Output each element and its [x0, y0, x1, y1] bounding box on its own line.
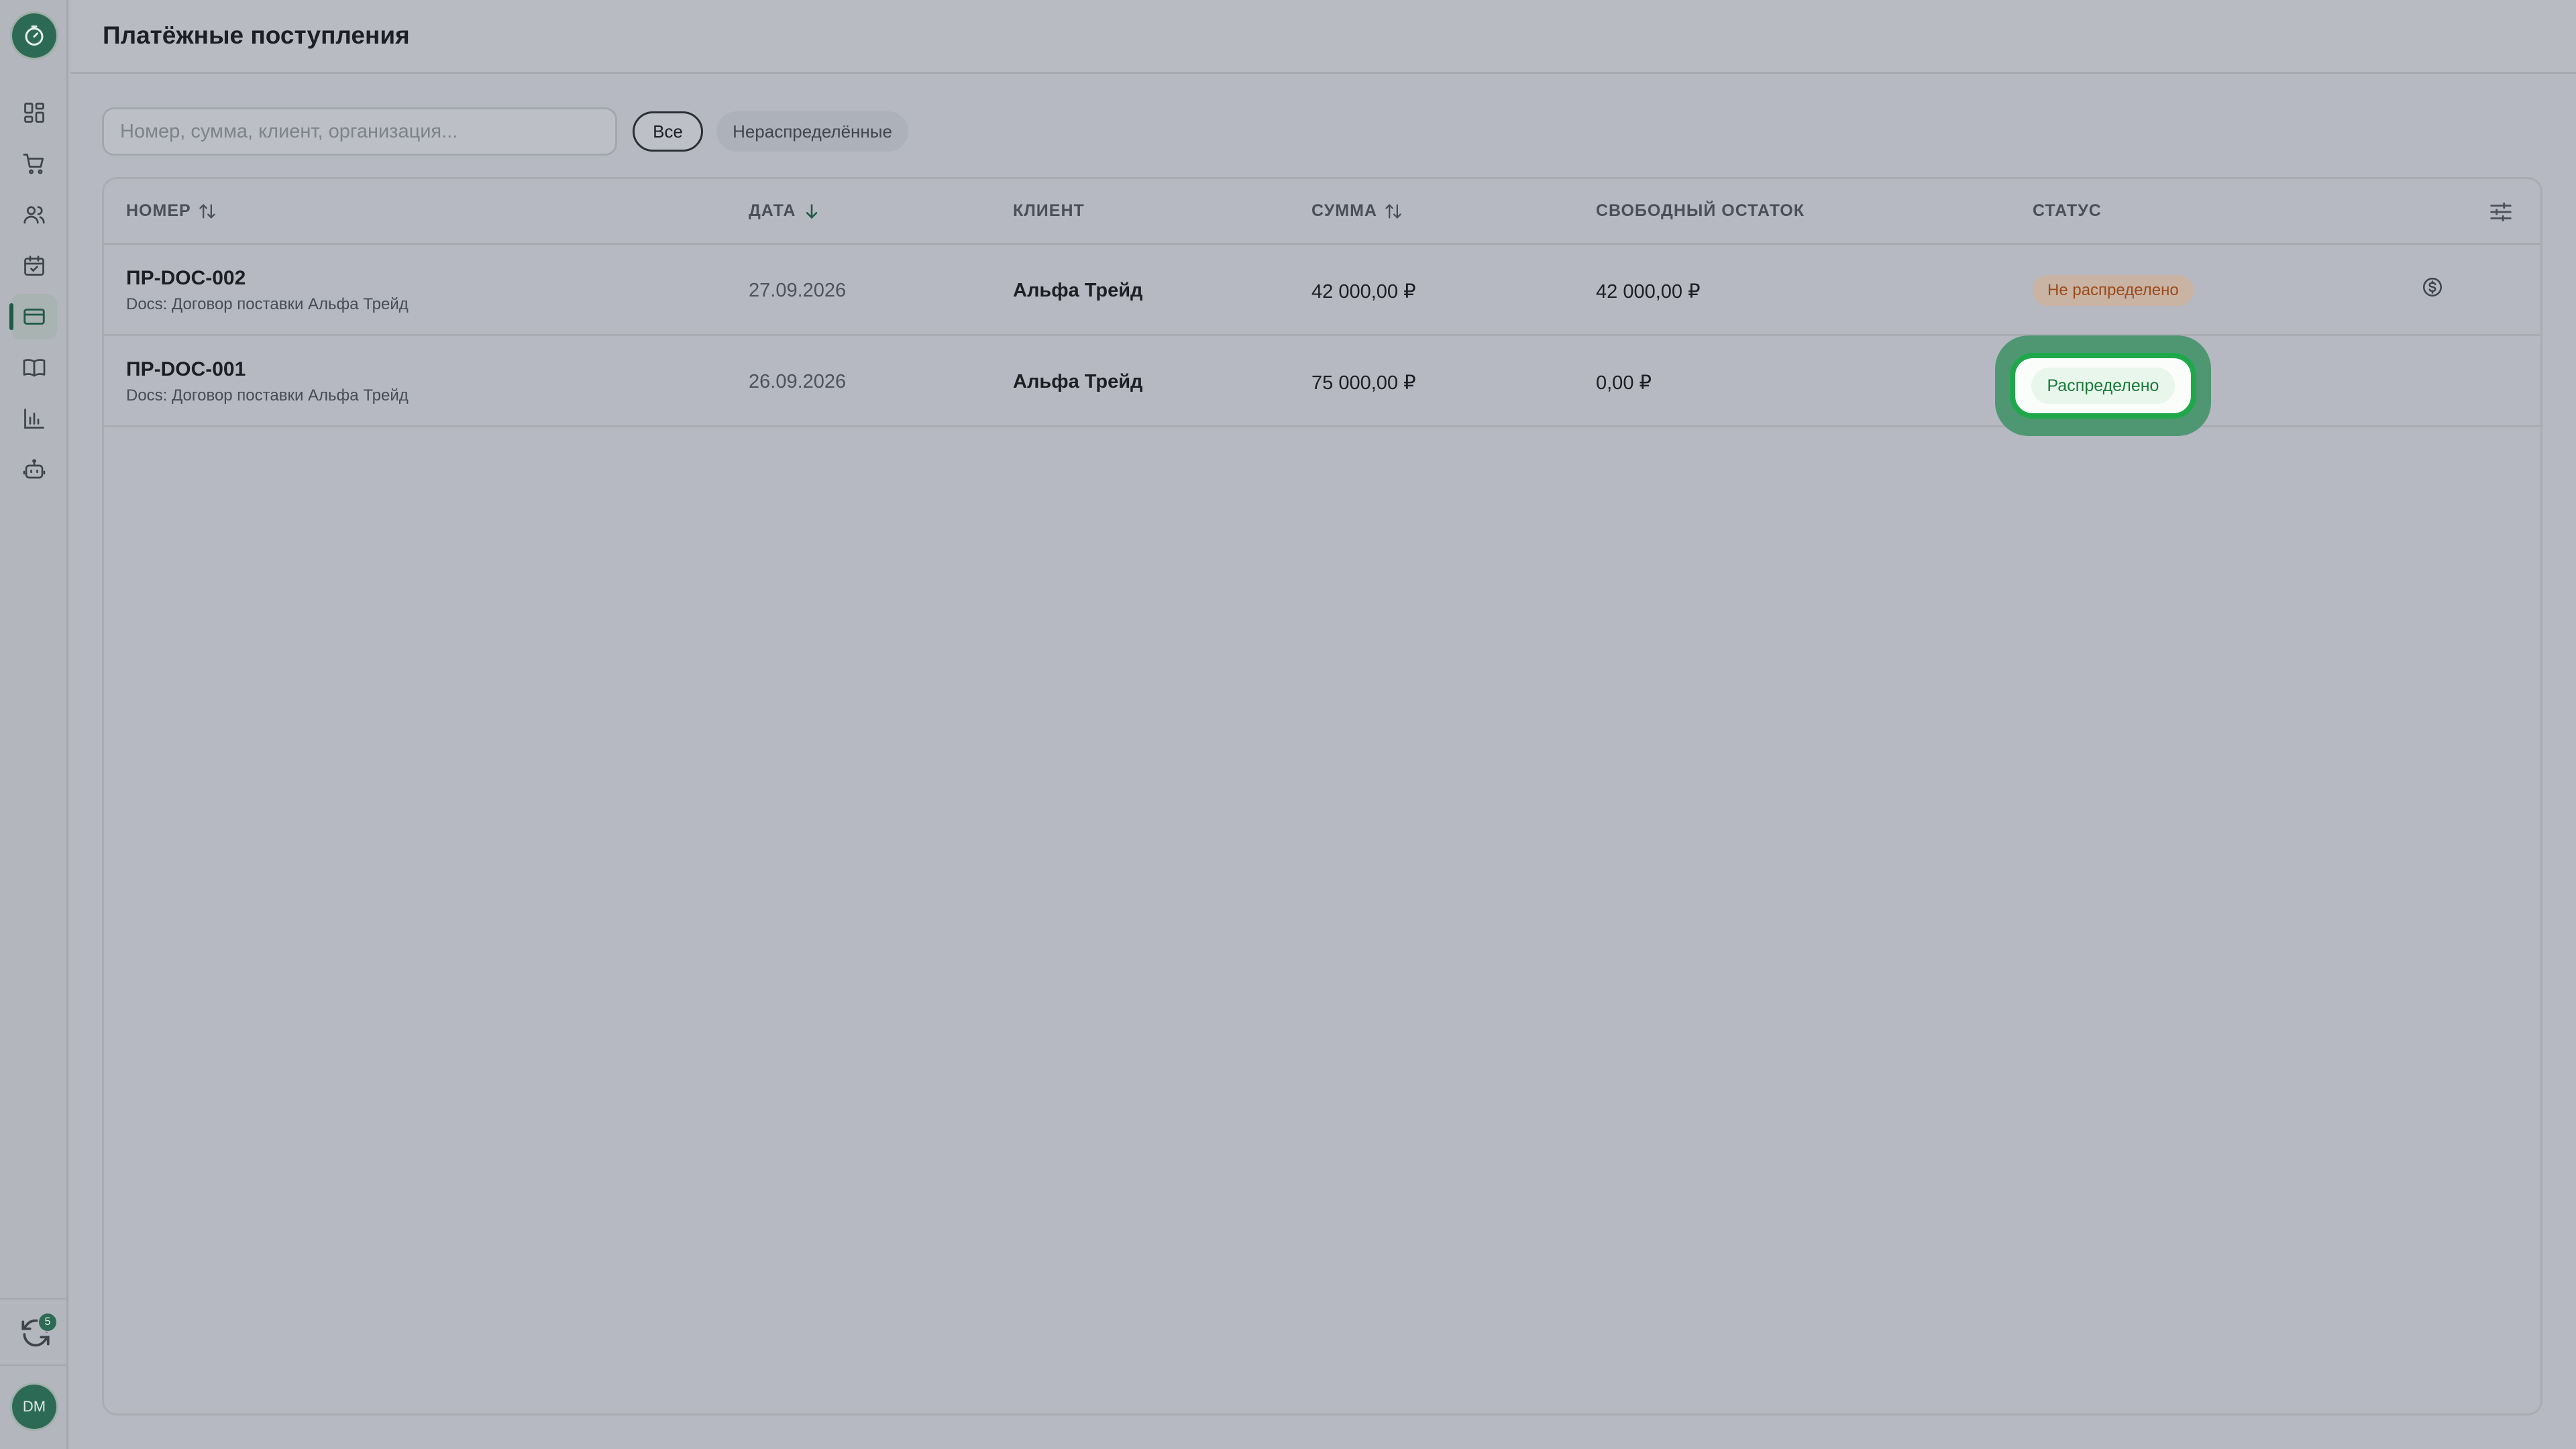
sidebar-item-calendar[interactable]	[11, 243, 57, 288]
sidebar-item-reports[interactable]	[11, 396, 57, 441]
column-header-amount[interactable]: СУММА	[1311, 201, 1403, 221]
page-title: Платёжные поступления	[103, 21, 410, 49]
book-icon	[23, 359, 46, 377]
credit-card-icon	[23, 309, 45, 325]
calendar-check-icon	[24, 256, 44, 276]
allocate-coin-icon[interactable]	[2421, 276, 2444, 299]
arrow-down-icon	[806, 203, 818, 219]
payment-client[interactable]: Альфа Трейд	[1013, 371, 1142, 393]
column-header-status[interactable]: СТАТУС	[2033, 201, 2102, 221]
payment-subtitle: Docs: Договор поставки Альфа Трейд	[126, 295, 409, 313]
avatar[interactable]: DM	[12, 1385, 56, 1429]
users-icon	[23, 206, 45, 224]
cart-icon	[23, 154, 44, 174]
payment-date: 26.09.2026	[749, 371, 847, 392]
sync-count-badge: 5	[38, 1312, 58, 1332]
payment-date: 27.09.2026	[749, 280, 847, 301]
sidebar-item-orders[interactable]	[11, 141, 57, 186]
table-row[interactable]: ПР-DOC-002 Docs: Договор поставки Альфа …	[104, 245, 2540, 336]
status-highlight[interactable]: Распределено	[2010, 353, 2196, 419]
column-header-free-balance[interactable]: СВОБОДНЫЙ ОСТАТОК	[1596, 201, 1805, 221]
sidebar: 5 DM	[0, 0, 68, 1449]
column-status-label: СТАТУС	[2033, 201, 2102, 220]
status-badge: Не распределено	[2033, 275, 2194, 306]
column-client-label: КЛИЕНТ	[1013, 201, 1085, 220]
payment-subtitle: Docs: Договор поставки Альфа Трейд	[126, 386, 409, 405]
column-amount-label: СУММА	[1311, 201, 1377, 220]
column-settings-icon[interactable]	[2488, 199, 2514, 225]
payment-free-balance: 42 000,00 ₽	[1596, 281, 1701, 303]
sidebar-item-knowledge[interactable]	[11, 345, 57, 390]
column-number-label: НОМЕР	[126, 201, 191, 220]
filter-unallocated-chip[interactable]: Нераспределённые	[716, 111, 908, 152]
sidebar-divider	[0, 1364, 68, 1366]
sidebar-item-dashboard[interactable]	[11, 90, 57, 136]
dashboard-icon	[24, 103, 44, 123]
robot-icon	[23, 459, 46, 479]
search-input[interactable]	[102, 107, 617, 156]
table-header: НОМЕР ДАТА КЛИЕНТ СУММА СВОБОДНЫЙ ОСТАТО…	[104, 179, 2540, 245]
column-header-client[interactable]: КЛИЕНТ	[1013, 201, 1085, 221]
payment-number-cell: ПР-DOC-002 Docs: Договор поставки Альфа …	[126, 267, 409, 314]
payment-number: ПР-DOC-001	[126, 358, 246, 380]
sidebar-item-clients[interactable]	[11, 192, 57, 237]
payment-free-balance: 0,00 ₽	[1596, 372, 1652, 394]
sidebar-divider	[0, 1298, 68, 1299]
column-date-label: ДАТА	[749, 201, 796, 220]
status-badge: Распределено	[2031, 368, 2176, 404]
sort-icon	[1385, 203, 1401, 219]
logo-timer-icon[interactable]	[12, 13, 56, 58]
payment-amount: 42 000,00 ₽	[1311, 281, 1416, 303]
filter-all-chip[interactable]: Все	[633, 111, 703, 152]
payment-number-cell: ПР-DOC-001 Docs: Договор поставки Альфа …	[126, 358, 409, 405]
header: Платёжные поступления	[70, 0, 2576, 74]
payment-number: ПР-DOC-002	[126, 267, 246, 289]
bar-chart-icon	[24, 409, 44, 429]
column-header-date[interactable]: ДАТА	[749, 201, 821, 221]
payment-amount: 75 000,00 ₽	[1311, 372, 1416, 394]
sort-icon	[199, 203, 215, 219]
column-header-number[interactable]: НОМЕР	[126, 201, 217, 221]
sidebar-item-assistant[interactable]	[11, 447, 57, 492]
sidebar-item-payments[interactable]	[9, 294, 57, 339]
column-free-balance-label: СВОБОДНЫЙ ОСТАТОК	[1596, 201, 1805, 220]
payment-client[interactable]: Альфа Трейд	[1013, 280, 1142, 302]
